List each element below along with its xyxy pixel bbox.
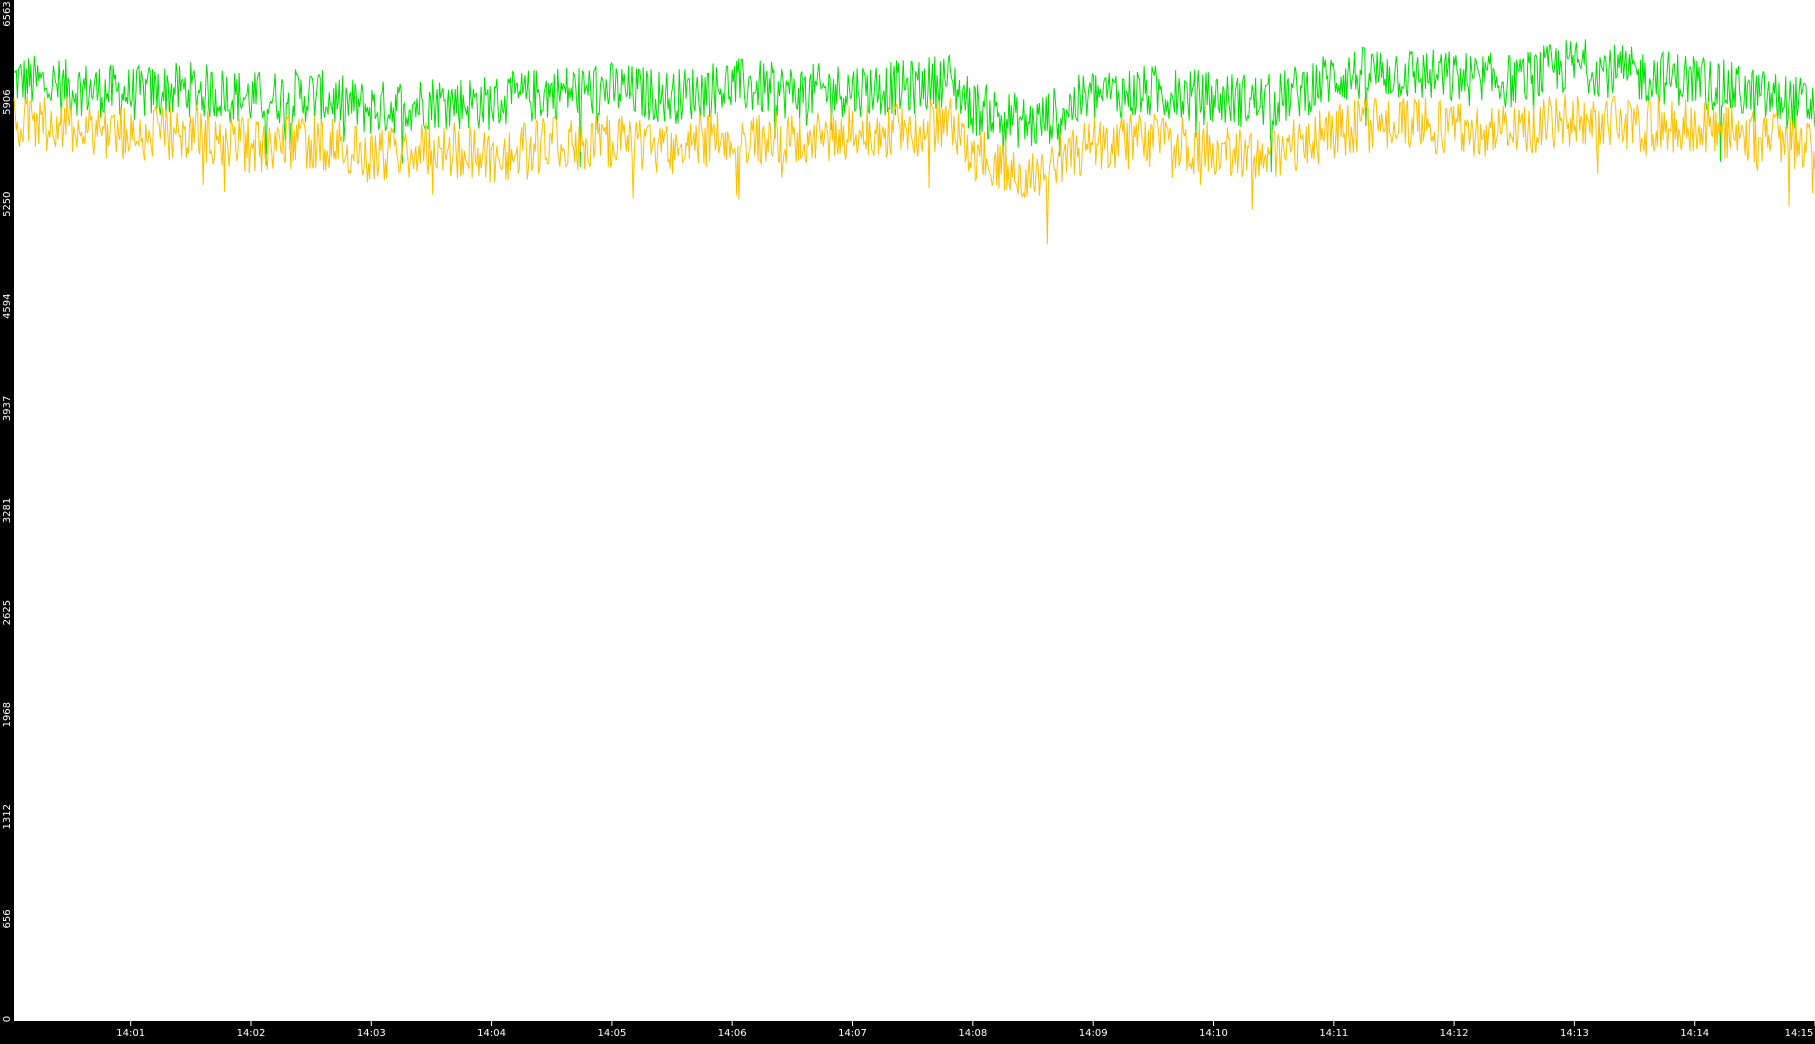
x-tick-label: 14:12 [1440,1028,1469,1039]
y-tick-label: 5250 [2,191,13,216]
y-tick-label: 1312 [2,804,13,829]
x-tick-label: 14:11 [1319,1028,1348,1039]
y-tick-label: 4594 [2,294,13,319]
y-tick-label: 3937 [2,396,13,421]
x-tick-label: 14:04 [477,1028,506,1039]
y-tick-label: 2625 [2,600,13,625]
y-axis: 0 656 1312 1968 2625 3281 3937 4594 5250 5906 6563 [2,1,13,1022]
y-tick-label: 6563 [2,1,13,26]
x-tick-label: 14:07 [838,1028,867,1039]
chart-container: 0 656 1312 1968 2625 3281 3937 4594 5250 5906 6563… [0,0,1815,1039]
x-tick-label: 14:06 [718,1028,747,1039]
line-chart: 0 656 1312 1968 2625 3281 3937 4594 5250 5906 6563… [2,0,1815,1039]
x-tick-label: 14:08 [958,1028,987,1039]
x-tick-label: 14:14 [1680,1028,1709,1039]
x-axis: 14:01 14:02 14:03 14:04 14:05 14:06 14:07 14:08… [116,1021,1815,1039]
x-tick-label: 14:01 [116,1028,145,1039]
x-tick-label: 14:03 [357,1028,386,1039]
x-tick-label: 14:15 [1785,1028,1814,1039]
y-tick-label: 5906 [2,89,13,114]
x-tick-label: 14:02 [237,1028,266,1039]
y-tick-label: 3281 [2,498,13,523]
x-tick-label: 14:13 [1560,1028,1589,1039]
y-tick-label: 0 [2,1016,13,1022]
x-tick-label: 14:09 [1079,1028,1108,1039]
y-tick-label: 656 [2,909,13,928]
x-tick-label: 14:10 [1199,1028,1228,1039]
x-tick-label: 14:05 [597,1028,626,1039]
y-tick-label: 1968 [2,702,13,727]
